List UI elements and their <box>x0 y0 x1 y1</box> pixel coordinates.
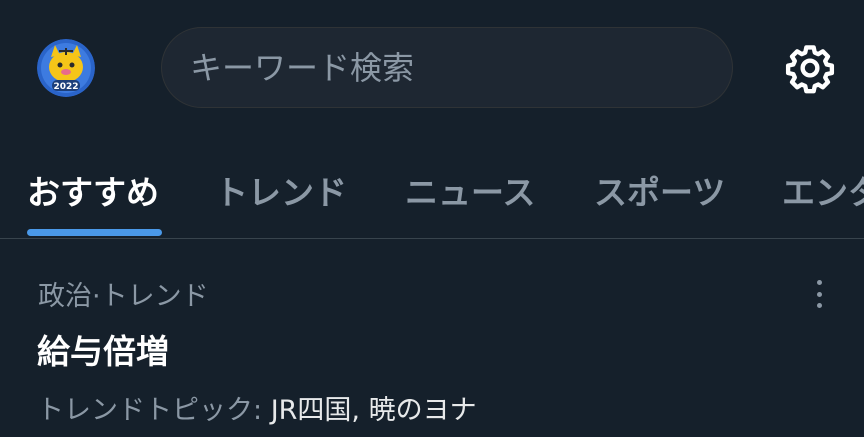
avatar-image: 2022 <box>37 39 95 97</box>
tab-bar: おすすめ トレンド ニュース スポーツ エンタ <box>0 140 864 239</box>
tab-sports[interactable]: スポーツ <box>594 166 725 214</box>
trend-title: 給与倍増 <box>37 332 169 371</box>
trend-topics: トレンドトピック: JR四国, 暁のヨナ <box>37 388 477 427</box>
tab-news[interactable]: ニュース <box>405 166 535 214</box>
avatar[interactable]: 2022 <box>37 39 95 97</box>
tab-entertainment[interactable]: エンタ <box>782 166 864 214</box>
tab-trending[interactable]: トレンド <box>215 166 347 214</box>
more-vertical-icon[interactable] <box>804 276 834 312</box>
tab-recommended[interactable]: おすすめ <box>27 166 159 214</box>
explore-screen: 2022 おすすめ トレンド ニュース スポーツ エンタ 政治·トレンド 給与倍… <box>0 0 864 437</box>
gear-icon[interactable] <box>784 42 836 94</box>
trend-category: 政治·トレンド <box>38 281 209 312</box>
trend-topics-value: JR四国, 暁のヨナ <box>270 395 477 426</box>
search-input[interactable] <box>190 48 732 87</box>
avatar-badge: 2022 <box>53 82 78 92</box>
header: 2022 <box>0 0 864 140</box>
search-bar[interactable] <box>161 27 733 108</box>
trend-item[interactable]: 政治·トレンド 給与倍増 トレンドトピック: JR四国, 暁のヨナ <box>0 240 864 437</box>
trend-topics-label: トレンドトピック: <box>37 395 263 426</box>
active-tab-indicator <box>27 229 162 236</box>
